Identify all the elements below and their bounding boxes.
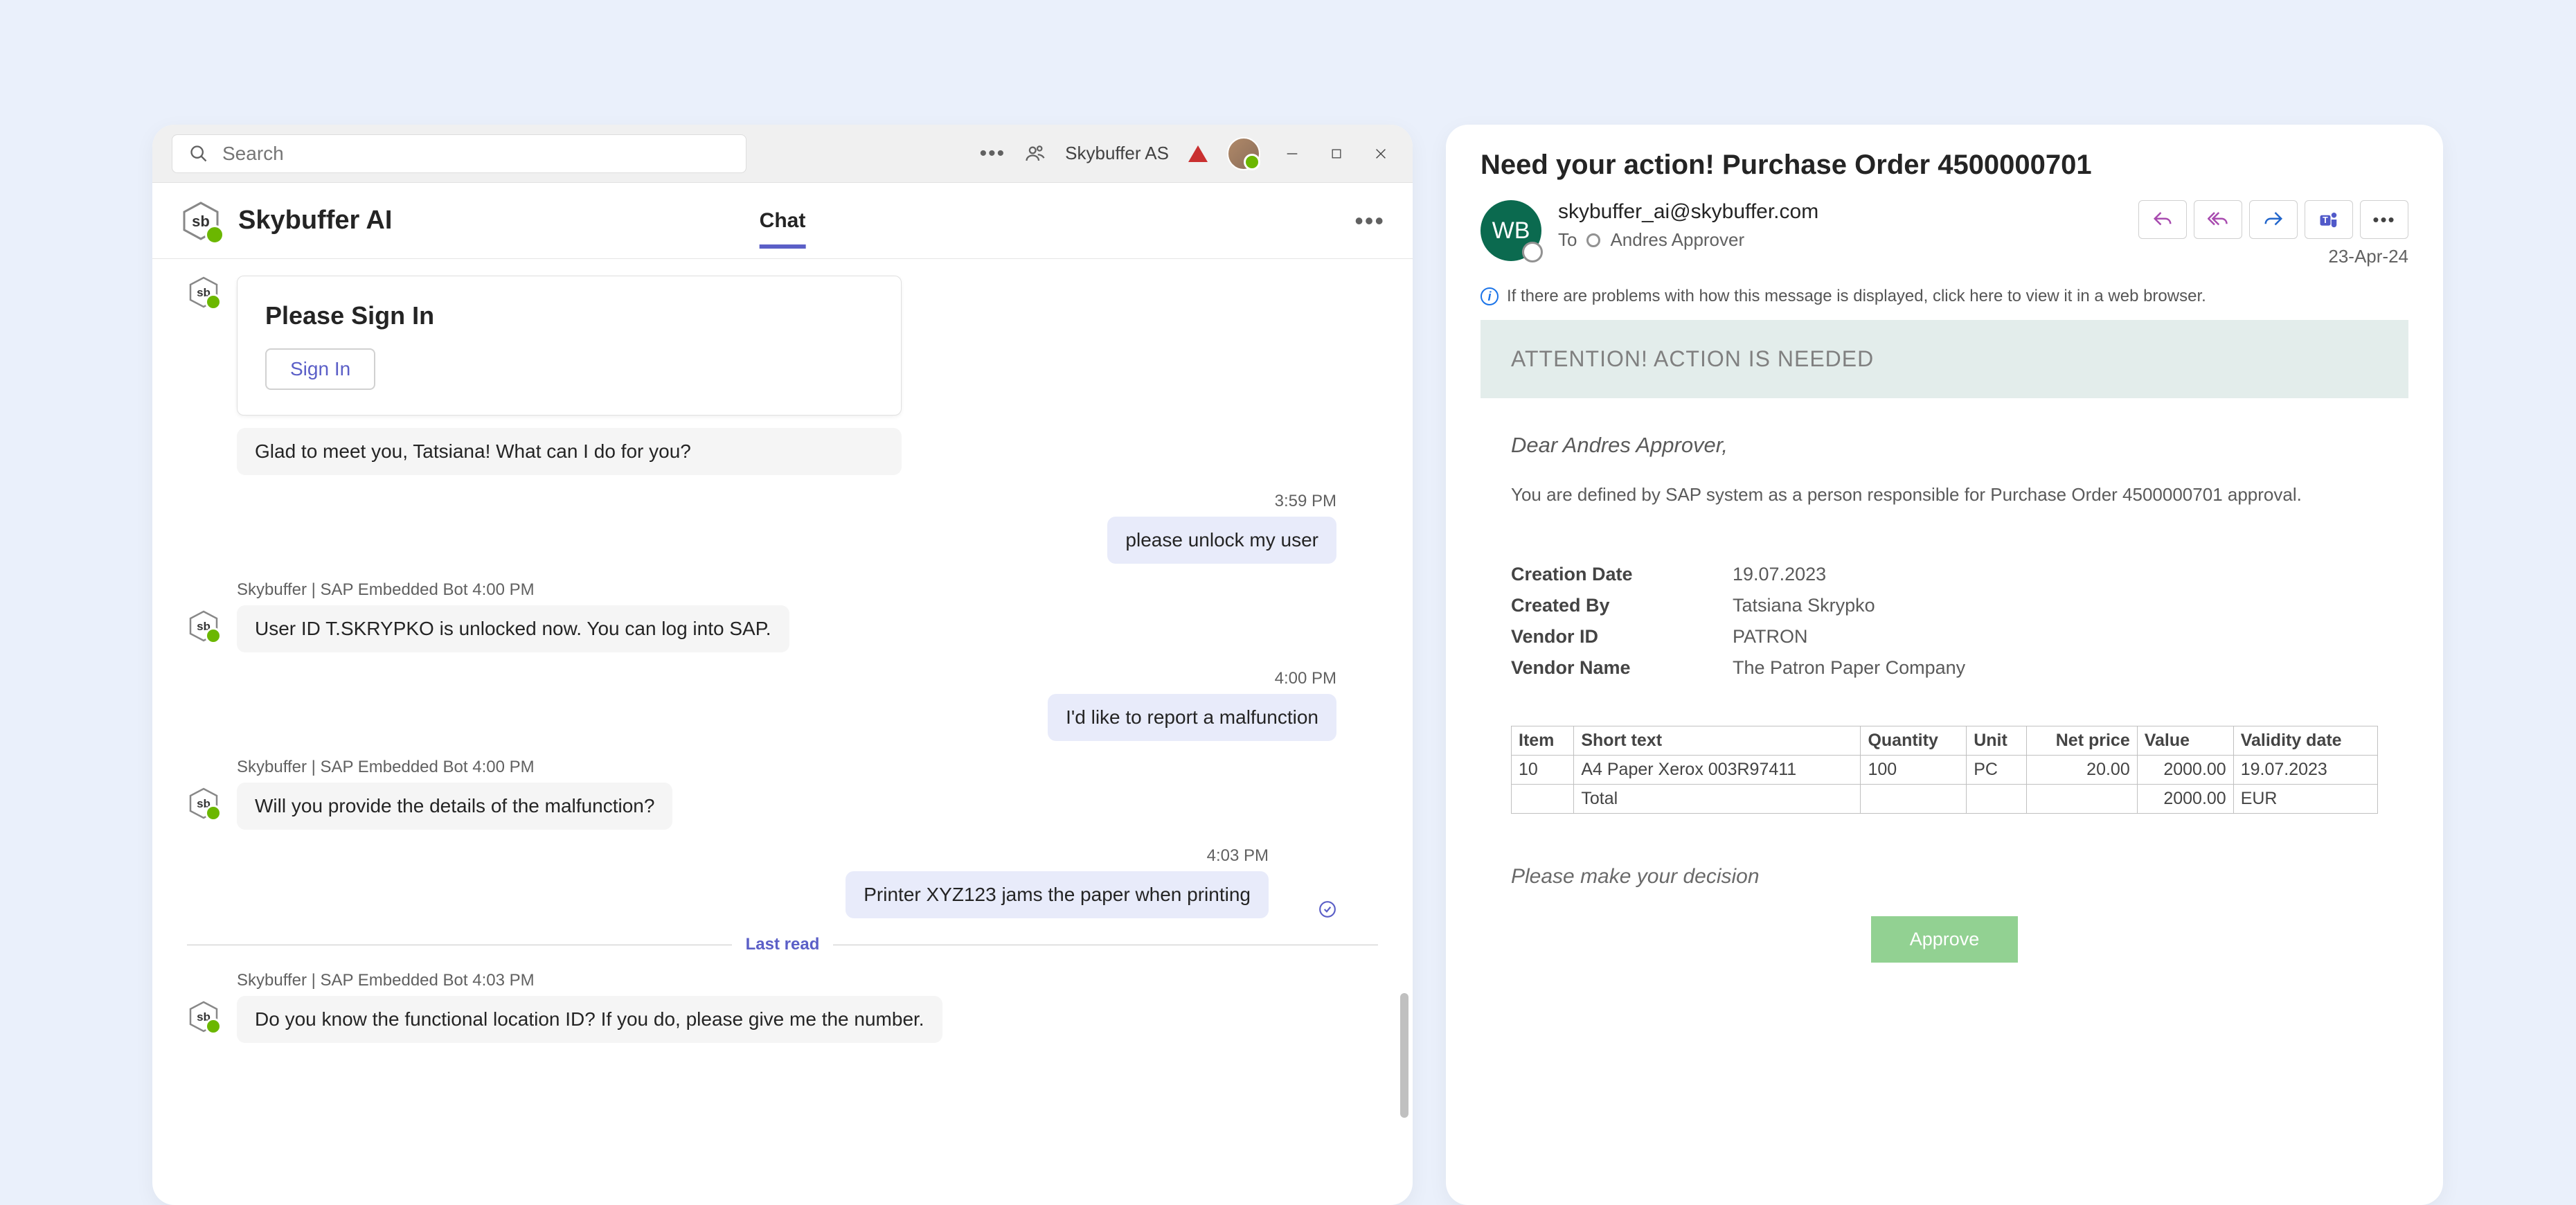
msg-label: Skybuffer | SAP Embedded Bot 4:00 PM [237, 580, 789, 600]
bot-message-3: sb Skybuffer | SAP Embedded Bot 4:00 PM … [187, 758, 1378, 830]
signin-title: Please Sign In [265, 301, 873, 330]
detail-vendor-id: Vendor ID PATRON [1511, 626, 2378, 648]
sender-avatar[interactable]: WB [1481, 200, 1541, 261]
action-banner: ATTENTION! ACTION IS NEEDED [1481, 320, 2408, 398]
bot-avatar: sb [187, 276, 220, 309]
warning-icon [1188, 145, 1208, 162]
chat-area: sb Please Sign In Sign In Glad to meet y… [152, 259, 1413, 1205]
bot-message-2: sb Skybuffer | SAP Embedded Bot 4:00 PM … [187, 580, 1378, 652]
last-read-label: Last read [732, 935, 834, 954]
bot-bubble: User ID T.SKRYPKO is unlocked now. You c… [237, 605, 789, 652]
search-icon [189, 144, 208, 163]
more-icon[interactable]: ••• [980, 142, 1006, 166]
to-name: Andres Approver [1610, 229, 1744, 251]
org-name: Skybuffer AS [1065, 143, 1169, 164]
table-header-row: Item Short text Quantity Unit Net price … [1512, 726, 2378, 756]
bot-bubble: Do you know the functional location ID? … [237, 996, 942, 1043]
approve-button[interactable]: Approve [1871, 916, 2019, 963]
teams-window: ••• Skybuffer AS sb Skybuffer AI Chat ••… [152, 125, 1413, 1205]
reply-all-button[interactable] [2194, 200, 2242, 239]
presence-icon [1586, 233, 1600, 247]
info-bar[interactable]: i If there are problems with how this me… [1481, 287, 2408, 306]
info-text: If there are problems with how this mess… [1507, 287, 2206, 306]
msg-label: Skybuffer | SAP Embedded Bot 4:03 PM [237, 971, 942, 990]
app-header: sb Skybuffer AI Chat ••• [152, 183, 1413, 259]
email-body: Dear Andres Approver, You are defined by… [1481, 398, 2408, 963]
title-bar: ••• Skybuffer AS [152, 125, 1413, 183]
greeting: Dear Andres Approver, [1511, 433, 2378, 458]
titlebar-right: ••• Skybuffer AS [980, 137, 1393, 170]
svg-text:sb: sb [197, 797, 211, 810]
user-bubble: I'd like to report a malfunction [1048, 694, 1336, 741]
email-actions: T ••• [2138, 200, 2408, 239]
po-table: Item Short text Quantity Unit Net price … [1511, 726, 2378, 814]
email-subject: Need your action! Purchase Order 4500000… [1481, 150, 2408, 181]
svg-text:sb: sb [192, 213, 210, 230]
search-input[interactable] [222, 143, 729, 165]
bot-bubble: Will you provide the details of the malf… [237, 783, 672, 830]
user-message-2: 4:00 PM I'd like to report a malfunction [187, 669, 1378, 741]
decision-text: Please make your decision [1511, 865, 2378, 889]
teams-share-button[interactable]: T [2305, 200, 2353, 239]
user-bubble: Printer XYZ123 jams the paper when print… [846, 871, 1269, 918]
signin-card: Please Sign In Sign In [237, 276, 902, 416]
msg-label: Skybuffer | SAP Embedded Bot 4:00 PM [237, 758, 672, 777]
to-label: To [1558, 229, 1577, 251]
bot-avatar: sb [187, 787, 220, 820]
maximize-button[interactable] [1324, 141, 1349, 166]
minimize-button[interactable] [1280, 141, 1305, 166]
bot-bubble-greeting: Glad to meet you, Tatsiana! What can I d… [237, 428, 902, 475]
user-message-1: 3:59 PM please unlock my user [187, 492, 1378, 564]
table-row: 10 A4 Paper Xerox 003R97411 100 PC 20.00… [1512, 756, 2378, 785]
last-read-divider: Last read [187, 935, 1378, 954]
email-from: skybuffer_ai@skybuffer.com [1558, 200, 1818, 224]
svg-text:sb: sb [197, 1010, 211, 1024]
svg-text:sb: sb [197, 620, 211, 633]
bot-avatar: sb [187, 609, 220, 643]
user-avatar[interactable] [1227, 137, 1260, 170]
people-icon[interactable] [1025, 143, 1046, 164]
msg-time: 4:00 PM [1275, 669, 1336, 688]
body-text: You are defined by SAP system as a perso… [1511, 481, 2378, 508]
detail-created-by: Created By Tatsiana Skrypko [1511, 595, 2378, 616]
app-logo: sb [180, 200, 222, 242]
email-header-row: WB skybuffer_ai@skybuffer.com To Andres … [1481, 200, 2408, 267]
tab-chat[interactable]: Chat [760, 209, 806, 249]
email-more-button[interactable]: ••• [2360, 200, 2408, 239]
email-to-row: To Andres Approver [1558, 229, 1818, 251]
table-total-row: Total 2000.00 EUR [1512, 785, 2378, 814]
msg-time: 3:59 PM [1275, 492, 1336, 511]
app-title: Skybuffer AI [238, 206, 392, 235]
svg-text:sb: sb [197, 286, 211, 299]
search-box[interactable] [172, 134, 746, 173]
bot-avatar: sb [187, 1000, 220, 1033]
bot-message-4: sb Skybuffer | SAP Embedded Bot 4:03 PM … [187, 971, 1378, 1043]
email-window: Need your action! Purchase Order 4500000… [1446, 125, 2443, 1205]
tabs: Chat [760, 209, 806, 233]
user-bubble: please unlock my user [1107, 517, 1336, 564]
msg-time: 4:03 PM [1207, 846, 1269, 866]
email-date: 23-Apr-24 [2328, 246, 2408, 267]
close-button[interactable] [1368, 141, 1393, 166]
detail-creation-date: Creation Date 19.07.2023 [1511, 564, 2378, 585]
signin-button[interactable]: Sign In [265, 348, 375, 390]
info-icon: i [1481, 287, 1499, 305]
svg-text:T: T [2323, 215, 2328, 225]
app-more-icon[interactable]: ••• [1354, 206, 1385, 235]
read-receipt-icon [1318, 900, 1336, 918]
reply-button[interactable] [2138, 200, 2187, 239]
user-message-3: 4:03 PM Printer XYZ123 jams the paper wh… [187, 846, 1378, 918]
scrollbar[interactable] [1400, 993, 1408, 1118]
bot-message-signin: sb Please Sign In Sign In Glad to meet y… [187, 276, 1378, 475]
forward-button[interactable] [2249, 200, 2298, 239]
detail-vendor-name: Vendor Name The Patron Paper Company [1511, 657, 2378, 679]
